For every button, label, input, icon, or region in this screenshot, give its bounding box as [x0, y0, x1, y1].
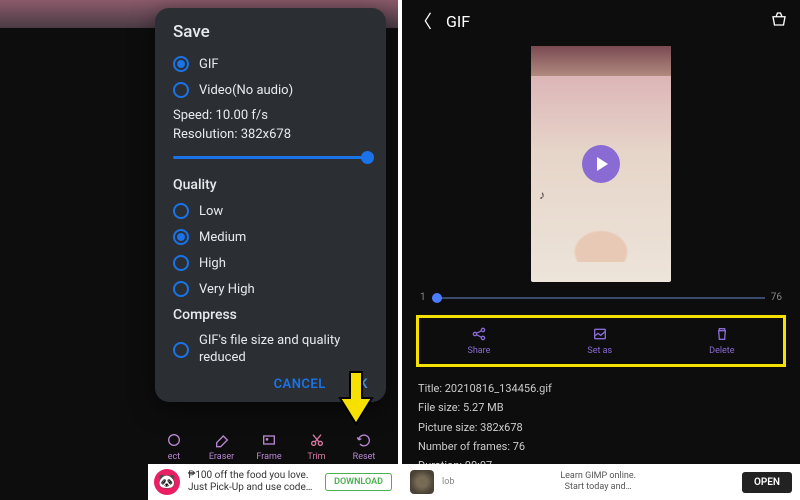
play-button[interactable]: [582, 145, 620, 183]
meta-filesize: File size: 5.27 MB: [418, 398, 784, 417]
quality-medium-option[interactable]: Medium: [173, 229, 368, 245]
ad-banner-right[interactable]: lob Learn GIMP online.Start today and… O…: [402, 464, 800, 500]
compress-option[interactable]: GIF's file size and quality reduced: [173, 333, 368, 367]
tool-trim[interactable]: Trim: [295, 432, 339, 462]
ad-brand: lob: [442, 477, 454, 487]
action-row-highlight: Share Set as Delete: [416, 315, 786, 367]
quality-veryhigh-label: Very High: [199, 282, 255, 297]
bottom-toolbar: ect Eraser Frame Trim Reset: [150, 432, 388, 462]
left-screen: Save GIF Video(No audio) Speed: 10.00 f/…: [0, 0, 398, 500]
ad-open-button[interactable]: OPEN: [742, 472, 792, 493]
quality-veryhigh-option[interactable]: Very High: [173, 281, 368, 297]
compress-option-label: GIF's file size and quality reduced: [199, 333, 368, 367]
radio-icon: [173, 82, 189, 98]
timeline-thumb-icon[interactable]: [432, 293, 442, 303]
meta-frames: Number of frames: 76: [418, 437, 784, 456]
meta-title: Title: 20210816_134456.gif: [418, 379, 784, 398]
ad-logo-icon: [410, 470, 434, 494]
ad-text: Learn GIMP online.Start today and…: [462, 471, 734, 494]
tiktok-watermark-icon: ♪: [539, 188, 555, 204]
save-dialog: Save GIF Video(No audio) Speed: 10.00 f/…: [155, 8, 386, 402]
gif-preview[interactable]: ♪: [531, 46, 671, 282]
cancel-button[interactable]: CANCEL: [274, 377, 326, 392]
speed-label: Speed: 10.00 f/s: [173, 108, 368, 123]
setas-button[interactable]: Set as: [587, 326, 612, 356]
back-icon[interactable]: 〈: [414, 8, 432, 34]
format-video-label: Video(No audio): [199, 83, 293, 98]
timeline-track[interactable]: [432, 297, 765, 299]
format-video-option[interactable]: Video(No audio): [173, 82, 368, 98]
page-title: GIF: [446, 12, 770, 31]
highlight-arrow-icon: [338, 370, 374, 428]
ad-app-icon: 🐼: [154, 469, 180, 495]
dialog-title: Save: [173, 22, 368, 42]
play-icon: [597, 157, 608, 171]
timeline[interactable]: 1 76: [402, 282, 800, 309]
format-gif-option[interactable]: GIF: [173, 56, 368, 72]
right-screen: 〈 GIF ♪ 1 76 Share Set as: [402, 0, 800, 500]
delete-button[interactable]: Delete: [709, 326, 734, 356]
slider-thumb-icon[interactable]: [361, 151, 374, 164]
timeline-end: 76: [771, 292, 782, 303]
radio-icon: [173, 342, 189, 358]
radio-checked-icon: [173, 56, 189, 72]
tool-effect[interactable]: ect: [152, 432, 196, 462]
quality-medium-label: Medium: [199, 230, 246, 245]
radio-icon: [173, 255, 189, 271]
quality-section-label: Quality: [173, 177, 368, 193]
ad-text: ₱100 off the food you love. Just Pick-Up…: [188, 470, 317, 494]
share-button[interactable]: Share: [467, 326, 490, 356]
timeline-start: 1: [420, 292, 426, 303]
tool-frame[interactable]: Frame: [247, 432, 291, 462]
quality-low-option[interactable]: Low: [173, 203, 368, 219]
tool-eraser[interactable]: Eraser: [200, 432, 244, 462]
basket-icon[interactable]: [770, 10, 788, 32]
quality-low-label: Low: [199, 204, 223, 219]
quality-high-label: High: [199, 256, 226, 271]
preview-content: [561, 202, 641, 262]
quality-high-option[interactable]: High: [173, 255, 368, 271]
radio-icon: [173, 281, 189, 297]
compress-section-label: Compress: [173, 307, 368, 323]
ad-download-button[interactable]: DOWNLOAD: [325, 473, 392, 491]
radio-checked-icon: [173, 229, 189, 245]
header: 〈 GIF: [402, 0, 800, 42]
format-gif-label: GIF: [199, 57, 219, 72]
tool-reset[interactable]: Reset: [342, 432, 386, 462]
ad-banner-left[interactable]: 🐼 ₱100 off the food you love. Just Pick-…: [148, 464, 398, 500]
resolution-slider[interactable]: [173, 156, 368, 159]
radio-icon: [173, 203, 189, 219]
resolution-label: Resolution: 382x678: [173, 127, 368, 142]
meta-picsize: Picture size: 382x678: [418, 418, 784, 437]
